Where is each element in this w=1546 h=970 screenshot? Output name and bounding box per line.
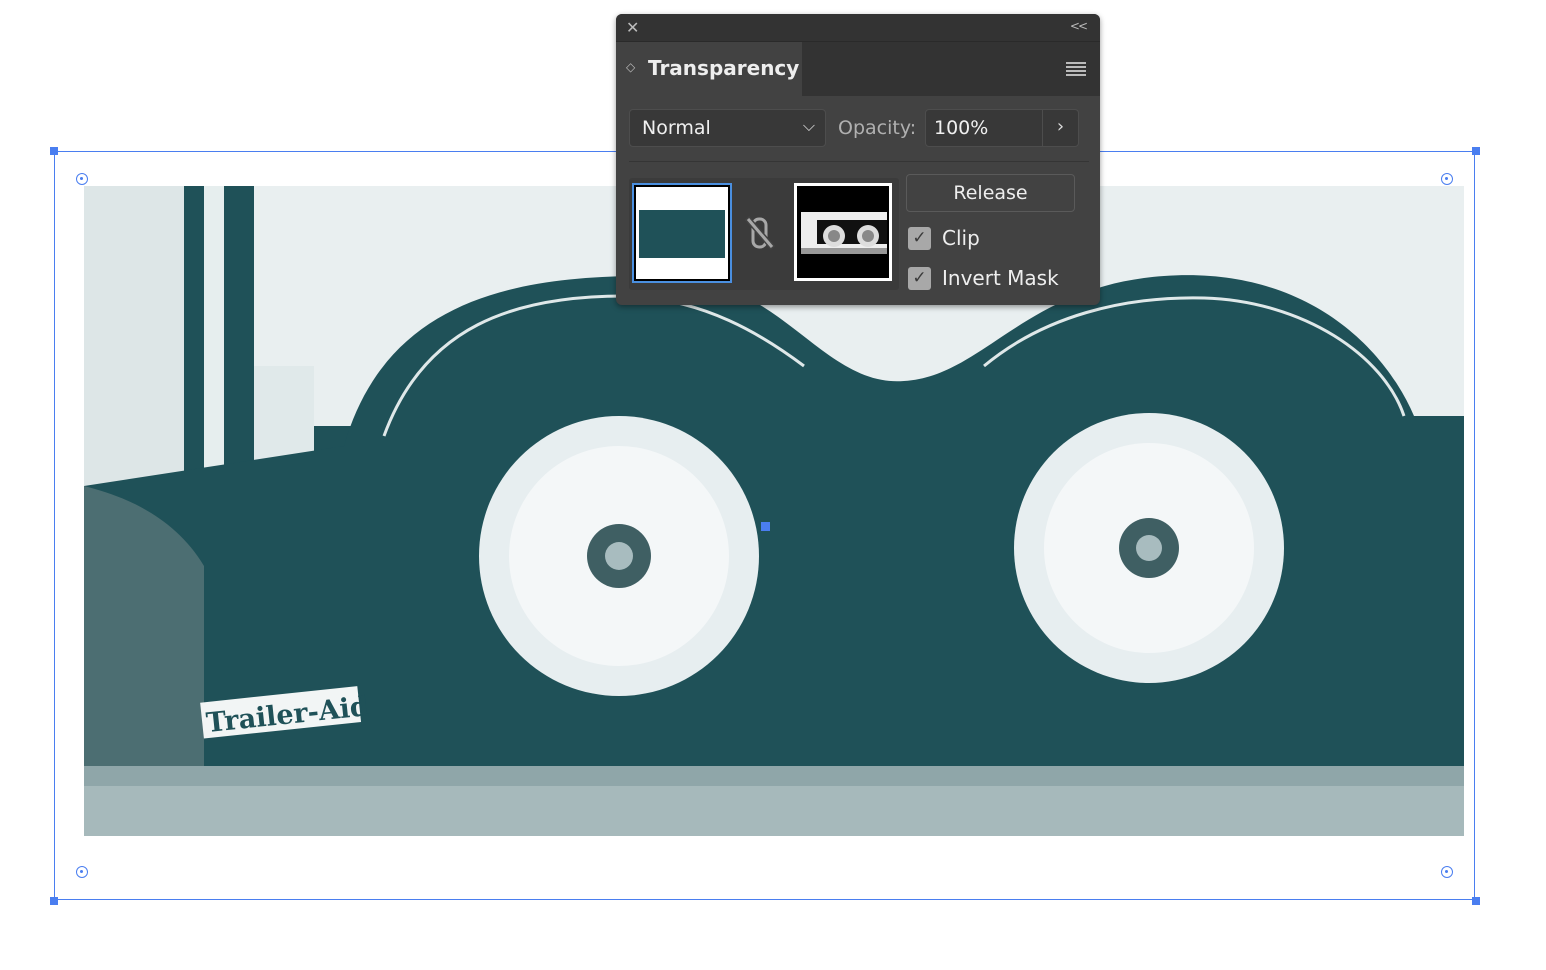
opacity-value[interactable]: 100%	[934, 117, 988, 139]
mask-thumbnail[interactable]	[794, 183, 892, 281]
thumbnails-area	[629, 178, 899, 290]
checkmark-icon[interactable]: ✓	[908, 266, 931, 290]
hamburger-menu-icon[interactable]	[1066, 62, 1086, 78]
resize-handle-bottom-right[interactable]	[1472, 897, 1480, 905]
chevron-down-icon: ⌵	[802, 116, 815, 135]
blend-mode-value: Normal	[642, 117, 711, 139]
divider	[629, 161, 1089, 162]
resize-handle-bottom-left[interactable]	[50, 897, 58, 905]
corner-widget-icon[interactable]	[76, 866, 88, 878]
panel-titlebar[interactable]: ✕ <<	[616, 14, 1100, 42]
clip-checkbox[interactable]: ✓ Clip	[908, 226, 980, 250]
clip-label: Clip	[942, 226, 980, 250]
transparency-panel: ✕ << ◇ Transparency Normal ⌵ Opacity: 10…	[616, 14, 1100, 305]
unlink-icon[interactable]	[745, 216, 775, 250]
close-icon[interactable]: ✕	[626, 18, 639, 37]
artwork-thumbnail[interactable]	[632, 183, 732, 283]
release-button[interactable]: Release	[906, 174, 1075, 212]
corner-widget-icon[interactable]	[76, 173, 88, 185]
expand-arrows-icon[interactable]: ◇	[626, 60, 635, 74]
tab-label: Transparency	[648, 56, 800, 80]
tab-transparency[interactable]: ◇ Transparency	[616, 42, 802, 96]
center-point[interactable]	[761, 522, 770, 531]
resize-handle-top-right[interactable]	[1472, 147, 1480, 155]
invert-mask-checkbox[interactable]: ✓ Invert Mask	[908, 266, 1059, 290]
resize-handle-top-left[interactable]	[50, 147, 58, 155]
double-chevron-left-icon[interactable]: <<	[1070, 19, 1088, 33]
opacity-label: Opacity:	[838, 117, 917, 139]
invert-mask-label: Invert Mask	[942, 266, 1059, 290]
corner-widget-icon[interactable]	[1441, 173, 1453, 185]
chevron-right-icon[interactable]: ›	[1042, 110, 1078, 146]
corner-widget-icon[interactable]	[1441, 866, 1453, 878]
checkmark-icon[interactable]: ✓	[908, 226, 931, 250]
opacity-field[interactable]: 100% ›	[925, 109, 1079, 147]
blend-mode-dropdown[interactable]: Normal ⌵	[629, 109, 826, 147]
